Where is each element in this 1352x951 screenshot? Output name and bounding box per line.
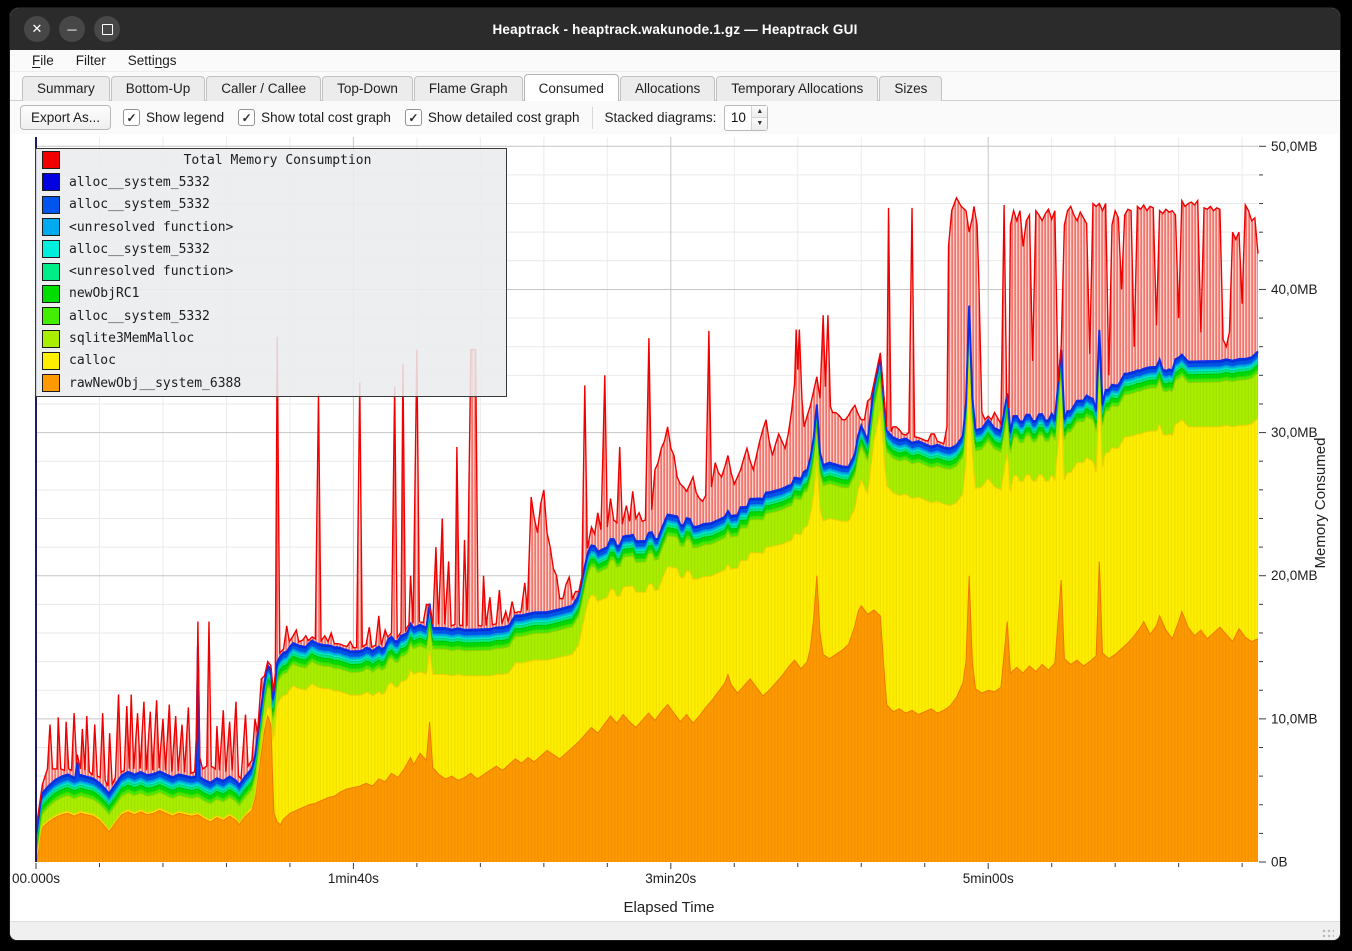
- toolbar: Export As... ✓ Show legend ✓ Show total cos…: [10, 101, 1340, 134]
- tab-consumed[interactable]: Consumed: [524, 74, 619, 101]
- resize-grip[interactable]: [1322, 929, 1334, 940]
- legend-label: newObjRC1: [69, 286, 139, 301]
- checkbox-icon: ✓: [123, 109, 140, 126]
- spinbox-arrows: ▲ ▼: [751, 106, 767, 130]
- y-tick-label: 10,0MB: [1271, 711, 1318, 726]
- legend-label: Total Memory Consumption: [69, 153, 486, 168]
- heaptrack-window: ✕─ Heaptrack - heaptrack.wakunode.1.gz —…: [10, 8, 1340, 940]
- legend-swatch-icon: [42, 196, 60, 214]
- tab-summary[interactable]: Summary: [22, 76, 110, 101]
- x-tick-label: 5min00s: [963, 871, 1014, 886]
- export-as-button[interactable]: Export As...: [20, 105, 111, 130]
- checkbox-show-detailed-cost-graph[interactable]: ✓ Show detailed cost graph: [405, 109, 580, 126]
- checkbox-label: Show detailed cost graph: [428, 110, 580, 125]
- legend-swatch-icon: [42, 263, 60, 281]
- maximize-button[interactable]: [94, 16, 120, 42]
- legend-label: <unresolved function>: [69, 220, 233, 235]
- legend-swatch-icon: [42, 173, 60, 191]
- legend-swatch-icon: [42, 374, 60, 392]
- checkbox-show-total-cost-graph[interactable]: ✓ Show total cost graph: [238, 109, 391, 126]
- legend-item: alloc__system_5332: [36, 305, 506, 327]
- screen: ✕─ Heaptrack - heaptrack.wakunode.1.gz —…: [0, 0, 1352, 951]
- legend-item: alloc__system_5332: [36, 194, 506, 216]
- checkbox-icon: ✓: [405, 109, 422, 126]
- tab-top-down[interactable]: Top-Down: [322, 76, 413, 101]
- checkbox-label: Show legend: [146, 110, 224, 125]
- legend-swatch-icon: [42, 352, 60, 370]
- legend-label: rawNewObj__system_6388: [69, 376, 241, 391]
- window-title: Heaptrack - heaptrack.wakunode.1.gz — He…: [10, 22, 1340, 37]
- legend-label: alloc__system_5332: [69, 175, 210, 190]
- y-tick-label: 30,0MB: [1271, 425, 1318, 440]
- legend-label: alloc__system_5332: [69, 309, 210, 324]
- legend-swatch-icon: [42, 151, 60, 169]
- legend-label: calloc: [69, 353, 116, 368]
- menu-filter[interactable]: Filter: [66, 51, 116, 70]
- stacked-diagrams-spinbox[interactable]: 10 ▲ ▼: [724, 105, 768, 131]
- maximize-icon: [102, 24, 113, 35]
- legend-label: alloc__system_5332: [69, 197, 210, 212]
- checkbox-icon: ✓: [238, 109, 255, 126]
- close-button[interactable]: ✕: [24, 16, 50, 42]
- legend-swatch-icon: [42, 218, 60, 236]
- y-axis-title: Memory Consumed: [1312, 438, 1329, 569]
- legend-swatch-icon: [42, 307, 60, 325]
- window-controls: ✕─: [24, 8, 120, 50]
- spin-up-arrow-icon[interactable]: ▲: [752, 106, 767, 119]
- legend-item: sqlite3MemMalloc: [36, 327, 506, 349]
- x-tick-label: 3min20s: [645, 871, 696, 886]
- stacked-diagrams-label: Stacked diagrams:: [605, 110, 717, 125]
- tab-bar: SummaryBottom-UpCaller / CalleeTop-DownF…: [10, 72, 1340, 101]
- legend-swatch-icon: [42, 330, 60, 348]
- legend-swatch-icon: [42, 240, 60, 258]
- tab-temporary-allocations[interactable]: Temporary Allocations: [716, 76, 878, 101]
- legend-label: sqlite3MemMalloc: [69, 331, 194, 346]
- y-tick-label: 40,0MB: [1271, 282, 1318, 297]
- chart-legend: Total Memory Consumption alloc__system_53…: [35, 148, 507, 397]
- tab-allocations[interactable]: Allocations: [620, 76, 715, 101]
- checkbox-label: Show total cost graph: [261, 110, 391, 125]
- status-strip: [10, 921, 1340, 940]
- tab-sizes[interactable]: Sizes: [879, 76, 942, 101]
- tab-bottom-up[interactable]: Bottom-Up: [111, 76, 206, 101]
- x-axis-title: Elapsed Time: [624, 899, 715, 916]
- legend-item: calloc: [36, 350, 506, 372]
- minimize-button[interactable]: ─: [59, 16, 85, 42]
- toolbar-separator: [592, 107, 593, 129]
- y-tick-label: 0B: [1271, 855, 1288, 870]
- y-tick-label: 50,0MB: [1271, 139, 1318, 154]
- legend-item: alloc__system_5332: [36, 171, 506, 193]
- menu-bar: FileFilterSettings: [10, 50, 1340, 72]
- legend-item: <unresolved function>: [36, 216, 506, 238]
- legend-item: <unresolved function>: [36, 260, 506, 282]
- spin-down-arrow-icon[interactable]: ▼: [752, 118, 767, 130]
- y-tick-label: 20,0MB: [1271, 568, 1318, 583]
- legend-label: alloc__system_5332: [69, 242, 210, 257]
- tab-caller-callee[interactable]: Caller / Callee: [206, 76, 321, 101]
- legend-label: <unresolved function>: [69, 264, 233, 279]
- consumed-chart[interactable]: 00.000s 1min40s 3min20s 5min00s 0B 10,0MB 20,0…: [12, 134, 1338, 921]
- checkbox-group: ✓ Show legend ✓ Show total cost graph ✓ Show …: [119, 109, 580, 126]
- menu-file[interactable]: File: [22, 51, 64, 70]
- legend-swatch-icon: [42, 285, 60, 303]
- title-bar[interactable]: ✕─ Heaptrack - heaptrack.wakunode.1.gz —…: [10, 8, 1340, 50]
- x-tick-label: 00.000s: [12, 871, 60, 886]
- tab-flame-graph[interactable]: Flame Graph: [414, 76, 523, 101]
- legend-title-row: Total Memory Consumption: [36, 149, 506, 171]
- legend-item: alloc__system_5332: [36, 238, 506, 260]
- menu-settings[interactable]: Settings: [118, 51, 187, 70]
- legend-item: rawNewObj__system_6388: [36, 372, 506, 394]
- checkbox-show-legend[interactable]: ✓ Show legend: [123, 109, 224, 126]
- legend-item: newObjRC1: [36, 283, 506, 305]
- spinbox-value[interactable]: 10: [725, 106, 751, 130]
- x-tick-label: 1min40s: [328, 871, 379, 886]
